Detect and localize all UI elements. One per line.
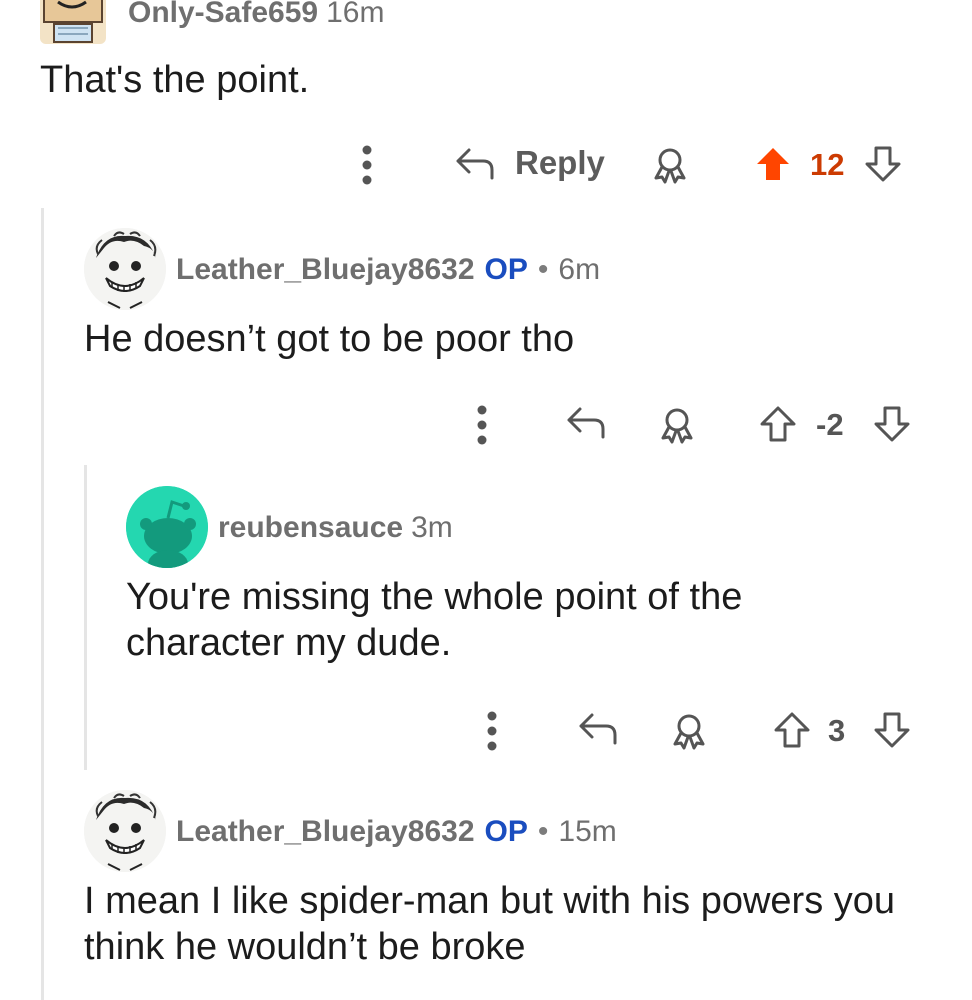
separator-dot: • [537,253,549,286]
award-icon[interactable] [651,146,689,184]
username[interactable]: Leather_Bluejay8632 [176,253,475,287]
sketch-face-avatar-icon [84,790,166,872]
comment-line: character my dude. [126,622,452,664]
op-badge: OP [484,815,528,848]
comment-actions: 3 [480,706,915,756]
reply-icon[interactable] [566,405,606,439]
upvote-icon[interactable] [774,712,810,748]
reply-button[interactable]: Reply [455,144,605,182]
more-options-icon[interactable] [361,145,373,185]
avatar[interactable] [40,0,106,44]
avatar[interactable] [126,486,208,568]
more-options-icon[interactable] [476,405,488,445]
comment-line: I mean I like spider-man but with his po… [84,880,896,922]
reply-icon[interactable] [578,711,618,745]
vote-score: 12 [810,147,845,182]
comment-meta: Leather_Bluejay8632 OP • 15m [176,815,617,849]
downvote-icon[interactable] [865,146,901,182]
more-options-icon[interactable] [486,711,498,751]
thread-line-level2[interactable] [84,465,87,770]
timestamp: 3m [411,511,453,544]
username[interactable]: reubensauce [218,511,403,545]
comment-meta: Leather_Bluejay8632 OP • 6m [176,253,600,287]
timestamp: 16m [326,0,385,29]
vote-score: 3 [828,713,846,748]
award-icon[interactable] [658,406,696,444]
timestamp: 6m [558,253,601,286]
comment-line: You're missing the whole point of the [126,576,743,618]
comment-line: think he wouldn’t be broke [84,926,526,968]
avatar[interactable] [84,228,166,310]
reply-arrow-icon [456,148,494,180]
upvote-icon[interactable] [755,146,791,182]
comment-actions: Reply 12 [355,140,915,190]
upvote-icon[interactable] [760,406,796,442]
comment-body: He doesn’t got to be poor tho [84,318,575,360]
box-head-avatar-icon [43,0,103,43]
username[interactable]: Leather_Bluejay8632 [176,815,475,849]
reply-label: Reply [515,144,605,181]
op-badge: OP [484,253,528,286]
comment-body: That's the point. [40,59,310,101]
award-icon[interactable] [670,712,708,750]
downvote-icon[interactable] [874,712,910,748]
sketch-face-avatar-icon [84,228,166,310]
downvote-icon[interactable] [874,406,910,442]
vote-score: -2 [816,407,844,442]
separator-dot: • [537,815,549,848]
comment-body: You're missing the whole point of the ch… [126,574,742,666]
comment-meta: Only-Safe659 16m [128,0,384,30]
comment-meta: reubensauce 3m [218,511,453,545]
comment-actions: -2 [470,400,915,450]
snoo-avatar-icon [126,486,208,568]
username[interactable]: Only-Safe659 [128,0,318,30]
comment-body: I mean I like spider-man but with his po… [84,878,895,970]
thread-line-level1[interactable] [41,208,44,1000]
avatar[interactable] [84,790,166,872]
timestamp: 15m [558,815,617,848]
